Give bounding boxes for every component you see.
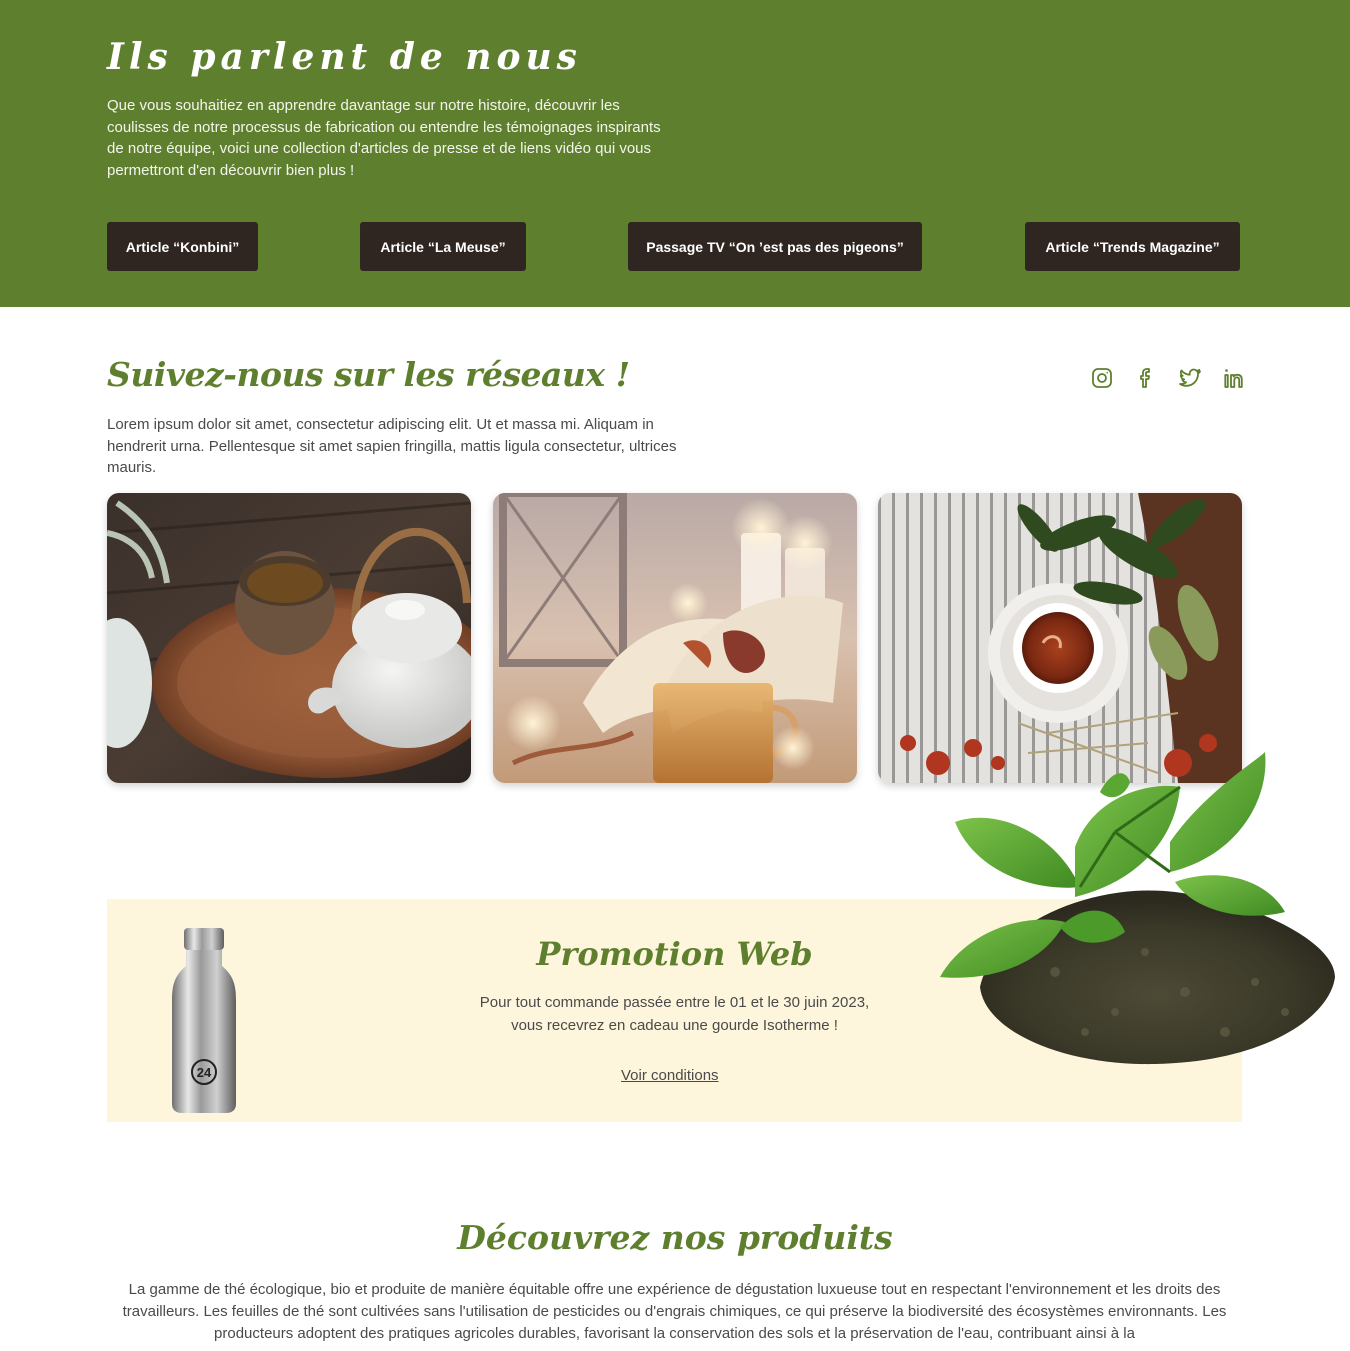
- social-title: Suivez-nous sur les réseaux !: [107, 355, 630, 394]
- promo-line-2: vous recevrez en cadeau une gourde Isoth…: [511, 1016, 838, 1034]
- tv-passage-button[interactable]: Passage TV “On ’est pas des pigeons”: [628, 222, 922, 271]
- press-title: Ils parlent de nous: [107, 36, 582, 78]
- tea-leaves-image: [940, 752, 1335, 1065]
- trends-magazine-article-button[interactable]: Article “Trends Magazine”: [1025, 222, 1240, 271]
- social-description: Lorem ipsum dolor sit amet, consectetur …: [107, 416, 677, 476]
- twitter-icon[interactable]: [1178, 366, 1202, 390]
- konbini-article-button[interactable]: Article “Konbini”: [107, 222, 258, 271]
- press-description: Que vous souhaitiez en apprendre davanta…: [107, 97, 661, 179]
- social-icons: [1090, 366, 1246, 390]
- teapot-and-cup-photo[interactable]: [107, 493, 471, 783]
- book-candles-tea-photo[interactable]: [493, 493, 857, 783]
- la-meuse-article-button[interactable]: Article “La Meuse”: [360, 222, 526, 271]
- promo-description: Pour tout commande passée entre le 01 et…: [437, 992, 912, 1037]
- products-description: La gamme de thé écologique, bio et produ…: [122, 1281, 1227, 1342]
- tea-cup-leaves-photo[interactable]: [878, 493, 1242, 783]
- promo-line-1: Pour tout commande passée entre le 01 et…: [479, 994, 870, 1011]
- conditions-link[interactable]: Voir conditions: [621, 1067, 719, 1084]
- linkedin-icon[interactable]: [1222, 366, 1246, 390]
- bottle-logo: 24: [197, 1065, 212, 1080]
- products-title: Découvrez nos produits: [457, 1218, 893, 1257]
- press-section: Ils parlent de nous Que vous souhaitiez …: [0, 0, 1350, 307]
- facebook-icon[interactable]: [1134, 366, 1158, 390]
- insulated-bottle-image: 24: [172, 928, 236, 1113]
- instagram-icon[interactable]: [1090, 366, 1114, 390]
